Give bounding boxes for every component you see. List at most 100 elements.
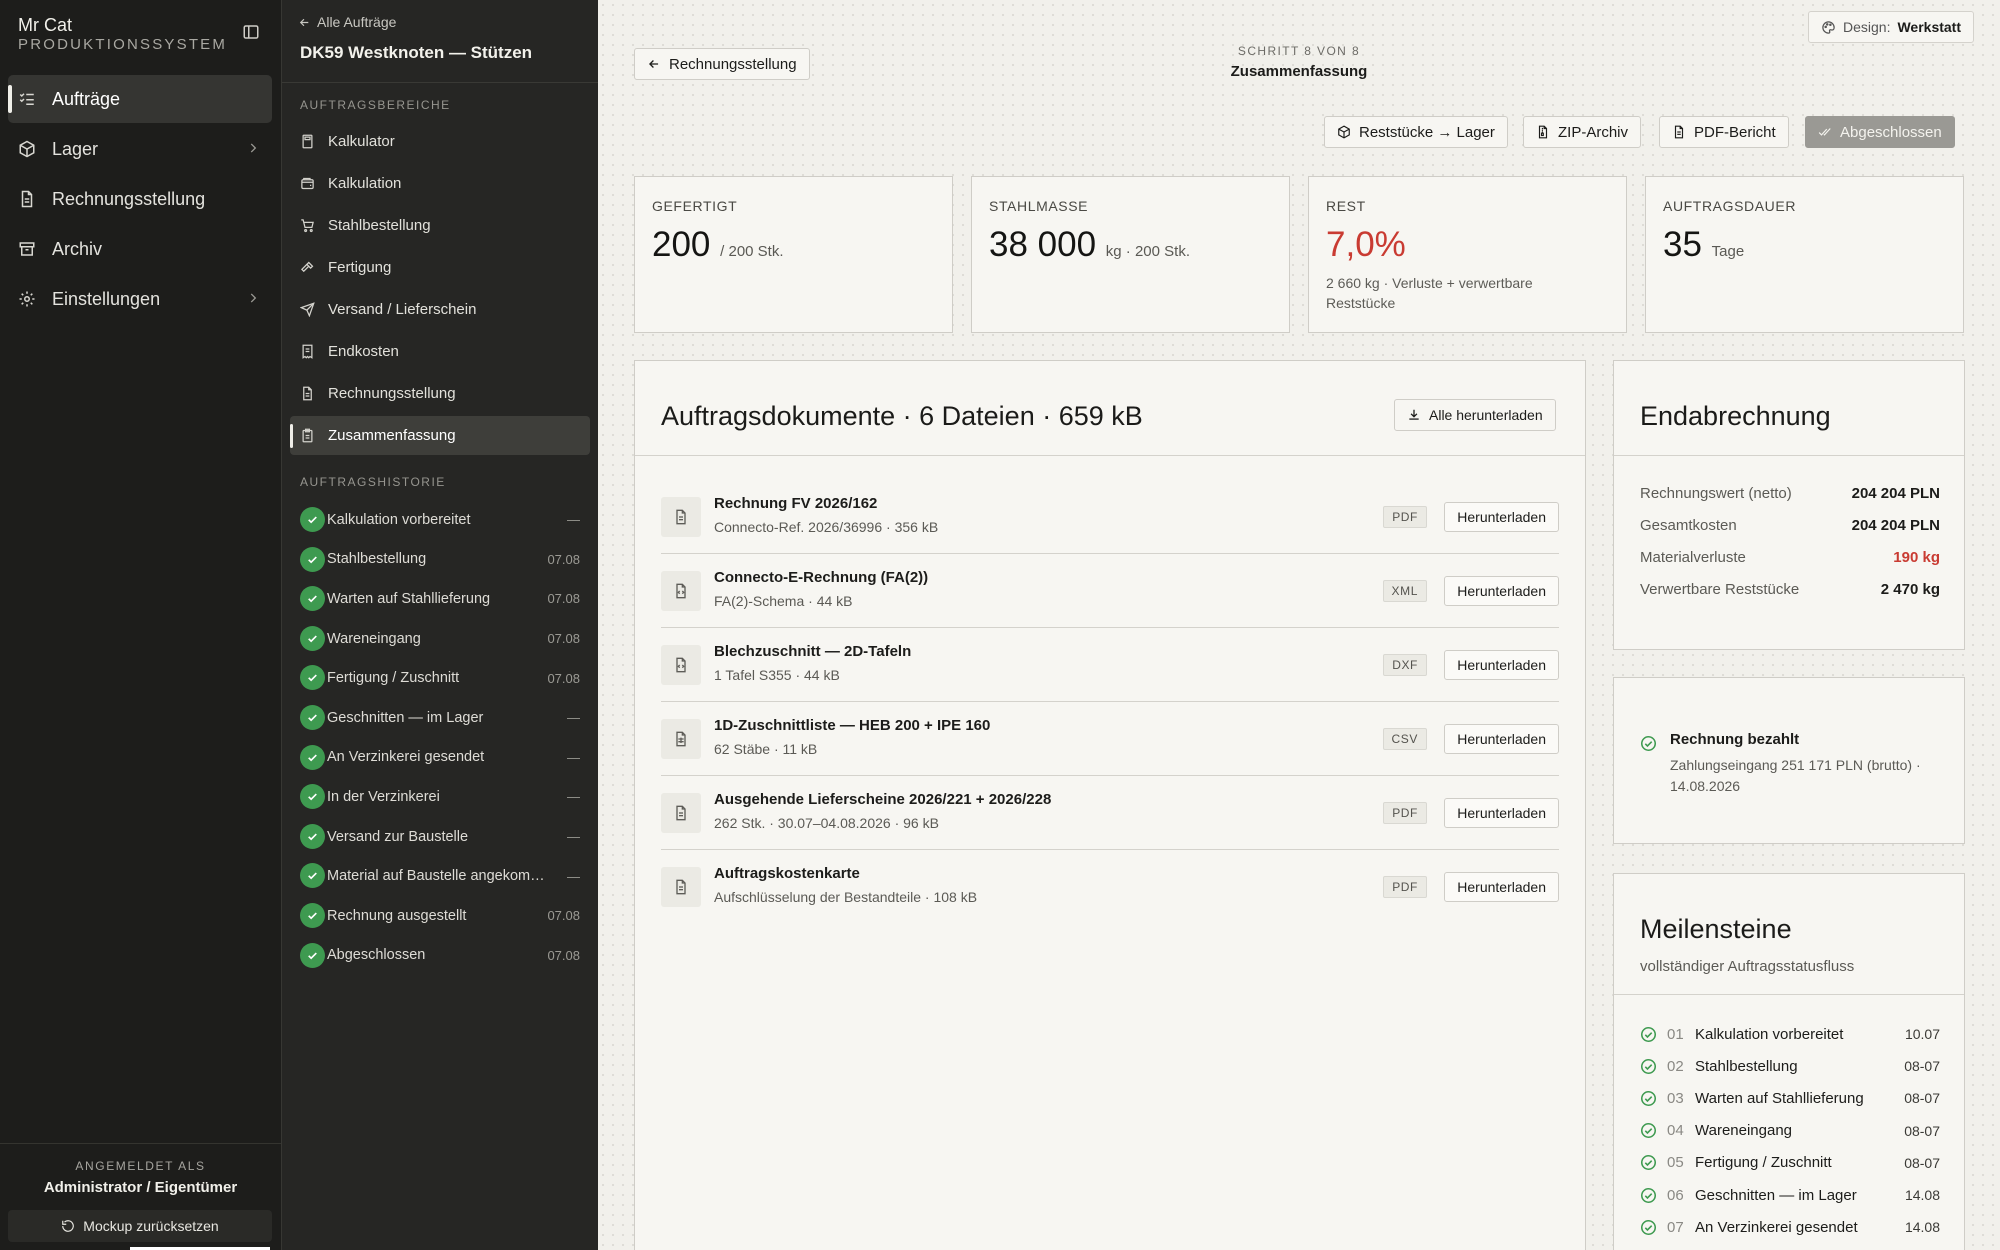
stat-sub: 2 660 kg · Verluste + verwertbare Restst…: [1326, 275, 1533, 311]
history-item: Kalkulation vorbereitet —: [290, 500, 590, 540]
area-item-kalkulator[interactable]: Kalkulator: [290, 122, 590, 161]
download-button[interactable]: Herunterladen: [1444, 872, 1559, 902]
design-label: Design:: [1843, 19, 1891, 35]
back-to-jobs-link[interactable]: Alle Aufträge: [298, 14, 396, 30]
document-title: Ausgehende Lieferscheine 2026/221 + 2026…: [714, 791, 1052, 808]
job-sidebar: Alle Aufträge DK59 Westknoten — Stützen …: [281, 0, 599, 1250]
document-row: Connecto-E-Rechnung (FA(2)) FA(2)-Schema …: [661, 554, 1559, 628]
area-item-stahlbestellung[interactable]: Stahlbestellung: [290, 206, 590, 245]
pdf-report-button[interactable]: PDF-Bericht: [1659, 116, 1789, 148]
divider: [1614, 455, 1964, 456]
check-circle-icon: [1640, 1219, 1657, 1236]
area-item-versand[interactable]: Versand / Lieferschein: [290, 290, 590, 329]
milestone-label: An Verzinkerei gesendet: [1695, 1218, 1858, 1236]
document-icon: [1672, 125, 1686, 139]
milestone-number: 02: [1667, 1057, 1684, 1075]
settlement-row: Gesamtkosten 204 204 PLN: [1640, 517, 1940, 534]
stat-unit: / 200 Stk.: [720, 243, 784, 260]
settlement-row: Materialverluste 190 kg: [1640, 549, 1940, 566]
download-icon: [1407, 408, 1421, 422]
chevron-right-icon: [246, 291, 260, 305]
area-label: Endkosten: [328, 343, 399, 360]
download-button[interactable]: Herunterladen: [1444, 724, 1559, 754]
nav-item-archiv[interactable]: Archiv: [8, 225, 272, 273]
nav-item-auftraege[interactable]: Aufträge: [8, 75, 272, 123]
area-item-fertigung[interactable]: Fertigung: [290, 248, 590, 287]
document-row: Auftragskostenkarte Aufschlüsselung der B…: [661, 850, 1559, 924]
area-item-kalkulation[interactable]: Kalkulation: [290, 164, 590, 203]
history-date: 07.08: [547, 908, 580, 924]
milestones-title: Meilensteine: [1640, 914, 1792, 944]
check-circle-icon: [300, 704, 325, 730]
history-item: Wareneingang 07.08: [290, 619, 590, 659]
history-item: Abgeschlossen 07.08: [290, 936, 590, 976]
download-button[interactable]: Herunterladen: [1444, 502, 1559, 532]
area-item-endkosten[interactable]: Endkosten: [290, 332, 590, 371]
milestone-date: 08-07: [1904, 1058, 1940, 1075]
nav-item-lager[interactable]: Lager: [8, 125, 272, 173]
download-all-button[interactable]: Alle herunterladen: [1394, 399, 1556, 431]
milestone-item: 03 Warten auf Stahllieferung 08-07: [1640, 1086, 1940, 1110]
stat-card-auftragsdauer: AUFTRAGSDAUER 35 Tage: [1645, 176, 1964, 333]
stat-label: GEFERTIGT: [652, 198, 738, 214]
check-circle-icon: [1640, 1187, 1657, 1204]
milestone-number: 03: [1667, 1089, 1684, 1107]
milestone-date: 08-07: [1904, 1122, 1940, 1139]
chevron-right-icon: [246, 141, 260, 155]
document-row: Ausgehende Lieferscheine 2026/221 + 2026…: [661, 776, 1559, 850]
milestone-date: 10.07: [1904, 1026, 1940, 1042]
nav-item-einstellungen[interactable]: Einstellungen: [8, 275, 272, 323]
gear-icon: [18, 290, 36, 308]
zip-archive-button[interactable]: ZIP-Archiv: [1523, 116, 1642, 148]
design-value: Werkstatt: [1897, 19, 1962, 35]
document-title: Connecto-E-Rechnung (FA(2)): [714, 569, 929, 586]
button-label: Alle herunterladen: [1429, 407, 1543, 423]
brand: Mr Cat PRODUKTIONSSYSTEM: [18, 15, 227, 55]
hammer-icon: [300, 260, 315, 275]
milestone-item: 01 Kalkulation vorbereitet 10.07: [1640, 1022, 1940, 1046]
milestone-number: 05: [1667, 1154, 1684, 1172]
milestone-number: 07: [1667, 1218, 1684, 1236]
button-label: Abgeschlossen: [1840, 123, 1942, 141]
milestone-item: 05 Fertigung / Zuschnitt 08-07: [1640, 1151, 1940, 1175]
download-button[interactable]: Herunterladen: [1444, 576, 1559, 606]
download-button[interactable]: Herunterladen: [1444, 798, 1559, 828]
nav-label: Rechnungsstellung: [52, 188, 206, 209]
settlement-value: 204 204 PLN: [1851, 517, 1940, 534]
nav-label: Aufträge: [52, 88, 121, 109]
stat-label: AUFTRAGSDAUER: [1663, 198, 1797, 214]
divider: [635, 455, 1585, 456]
check-circle-icon: [1640, 735, 1657, 752]
milestone-label: Stahlbestellung: [1695, 1057, 1798, 1075]
area-label: Stahlbestellung: [328, 217, 431, 234]
check-circle-icon: [300, 823, 325, 849]
stat-number: 38 000: [989, 225, 1097, 264]
documents-card: Auftragsdokumente · 6 Dateien · 659 kB A…: [634, 360, 1586, 1250]
stat-value: 7,0%: [1326, 225, 1406, 264]
code-file-icon: [661, 571, 701, 611]
completed-button[interactable]: Abgeschlossen: [1805, 116, 1955, 148]
reset-mockup-button[interactable]: Mockup zurücksetzen: [8, 1210, 272, 1242]
document-meta: 62 Stäbe · 11 kB: [714, 741, 818, 757]
area-item-rechnungsstellung[interactable]: Rechnungsstellung: [290, 374, 590, 413]
check-circle-icon: [300, 546, 325, 572]
stat-unit: kg · 200 Stk.: [1105, 243, 1191, 260]
reset-icon: [61, 1219, 75, 1233]
area-label: Fertigung: [328, 259, 392, 276]
document-icon: [661, 793, 701, 833]
sidebar-toggle-icon[interactable]: [242, 23, 260, 41]
area-label: Versand / Lieferschein: [328, 301, 477, 318]
stat-value: 35 Tage: [1663, 225, 1744, 265]
download-button[interactable]: Herunterladen: [1444, 650, 1559, 680]
file-type-badge: CSV: [1382, 728, 1427, 750]
history-item: In der Verzinkerei —: [290, 777, 590, 817]
palette-icon: [1821, 20, 1836, 35]
areas-heading: AUFTRAGSBEREICHE: [300, 98, 451, 112]
leftovers-to-stock-button[interactable]: Reststücke → Lager: [1324, 116, 1508, 148]
check-circle-icon: [1640, 1058, 1657, 1075]
settlement-row: Rechnungswert (netto) 204 204 PLN: [1640, 485, 1940, 502]
history-label: Abgeschlossen: [327, 947, 426, 964]
design-switcher[interactable]: Design: Werkstatt: [1808, 11, 1975, 43]
nav-item-rechnungsstellung[interactable]: Rechnungsstellung: [8, 175, 272, 223]
area-item-zusammenfassung[interactable]: Zusammenfassung: [290, 416, 590, 455]
